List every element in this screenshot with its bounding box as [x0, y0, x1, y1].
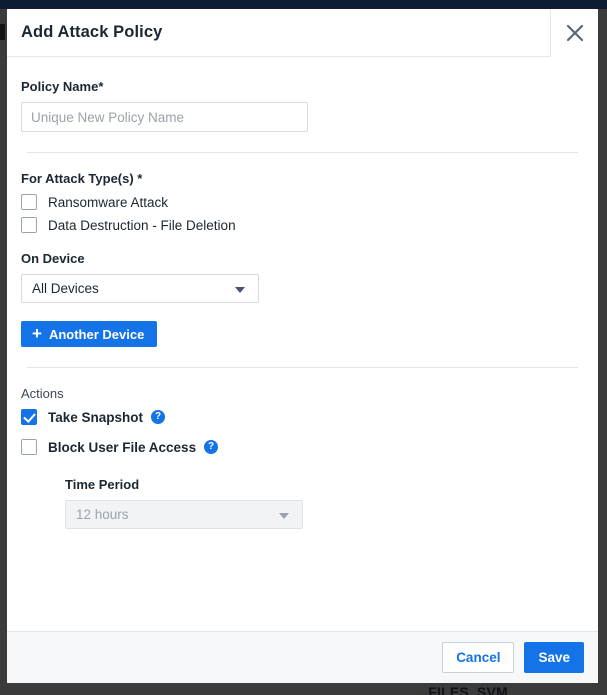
checkbox-block-user-file-access[interactable] — [21, 439, 37, 455]
close-icon — [565, 23, 585, 43]
time-period-selected-value: 12 hours — [66, 507, 129, 522]
add-another-device-label: Another Device — [49, 327, 144, 342]
divider-before-actions — [27, 367, 578, 368]
attack-type-label: Data Destruction - File Deletion — [48, 218, 236, 233]
add-another-device-button[interactable]: + Another Device — [21, 321, 157, 347]
chevron-down-icon — [279, 513, 289, 519]
actions-group: Actions Take Snapshot ? Block User File … — [21, 386, 584, 529]
help-icon-block-user-file-access[interactable]: ? — [204, 440, 218, 454]
dialog-header: Add Attack Policy — [7, 9, 598, 57]
action-label: Take Snapshot — [48, 410, 143, 425]
background-bottom-strip: ...FILES_SVM — [0, 683, 607, 695]
time-period-group: Time Period 12 hours — [65, 477, 584, 529]
time-period-label: Time Period — [65, 477, 584, 492]
help-icon-take-snapshot[interactable]: ? — [151, 410, 165, 424]
time-period-select[interactable]: 12 hours — [65, 500, 303, 529]
dialog-footer: Cancel Save — [7, 631, 598, 683]
attack-type-data-destruction[interactable]: Data Destruction - File Deletion — [21, 217, 584, 233]
checkbox-ransomware-attack[interactable] — [21, 194, 37, 210]
on-device-label: On Device — [21, 251, 584, 266]
add-attack-policy-dialog: Add Attack Policy Policy Name* For Attac… — [7, 9, 598, 683]
policy-name-input[interactable] — [21, 102, 308, 132]
action-take-snapshot[interactable]: Take Snapshot ? — [21, 409, 584, 425]
attack-types-group: For Attack Type(s) * Ransomware Attack D… — [21, 171, 584, 233]
on-device-group: On Device All Devices + Another Device — [21, 251, 584, 347]
app-top-bar — [0, 0, 607, 9]
actions-label: Actions — [21, 386, 584, 401]
action-label: Block User File Access — [48, 440, 196, 455]
action-block-user-file-access[interactable]: Block User File Access ? — [21, 439, 584, 455]
plus-icon: + — [32, 325, 42, 342]
checkbox-take-snapshot[interactable] — [21, 409, 37, 425]
background-right-strip — [598, 9, 607, 695]
save-button[interactable]: Save — [524, 642, 584, 673]
dialog-body: Policy Name* For Attack Type(s) * Ransom… — [7, 57, 598, 631]
on-device-selected-value: All Devices — [22, 281, 99, 296]
attack-type-label: Ransomware Attack — [48, 195, 168, 210]
checkbox-data-destruction[interactable] — [21, 217, 37, 233]
attack-type-ransomware[interactable]: Ransomware Attack — [21, 194, 584, 210]
background-left-artifact — [0, 24, 5, 40]
background-bottom-text: ...FILES_SVM — [416, 684, 508, 695]
policy-name-label: Policy Name* — [21, 79, 584, 94]
background-left-strip — [0, 9, 7, 695]
attack-types-label: For Attack Type(s) * — [21, 171, 584, 186]
screen: ...FILES_SVM Add Attack Policy Policy Na… — [0, 0, 607, 695]
policy-name-group: Policy Name* — [21, 79, 584, 132]
on-device-select[interactable]: All Devices — [21, 274, 259, 303]
close-button[interactable] — [550, 9, 598, 57]
cancel-button[interactable]: Cancel — [442, 642, 514, 673]
dialog-title: Add Attack Policy — [7, 23, 162, 42]
divider-after-policy-name — [27, 152, 578, 153]
chevron-down-icon — [235, 287, 245, 293]
